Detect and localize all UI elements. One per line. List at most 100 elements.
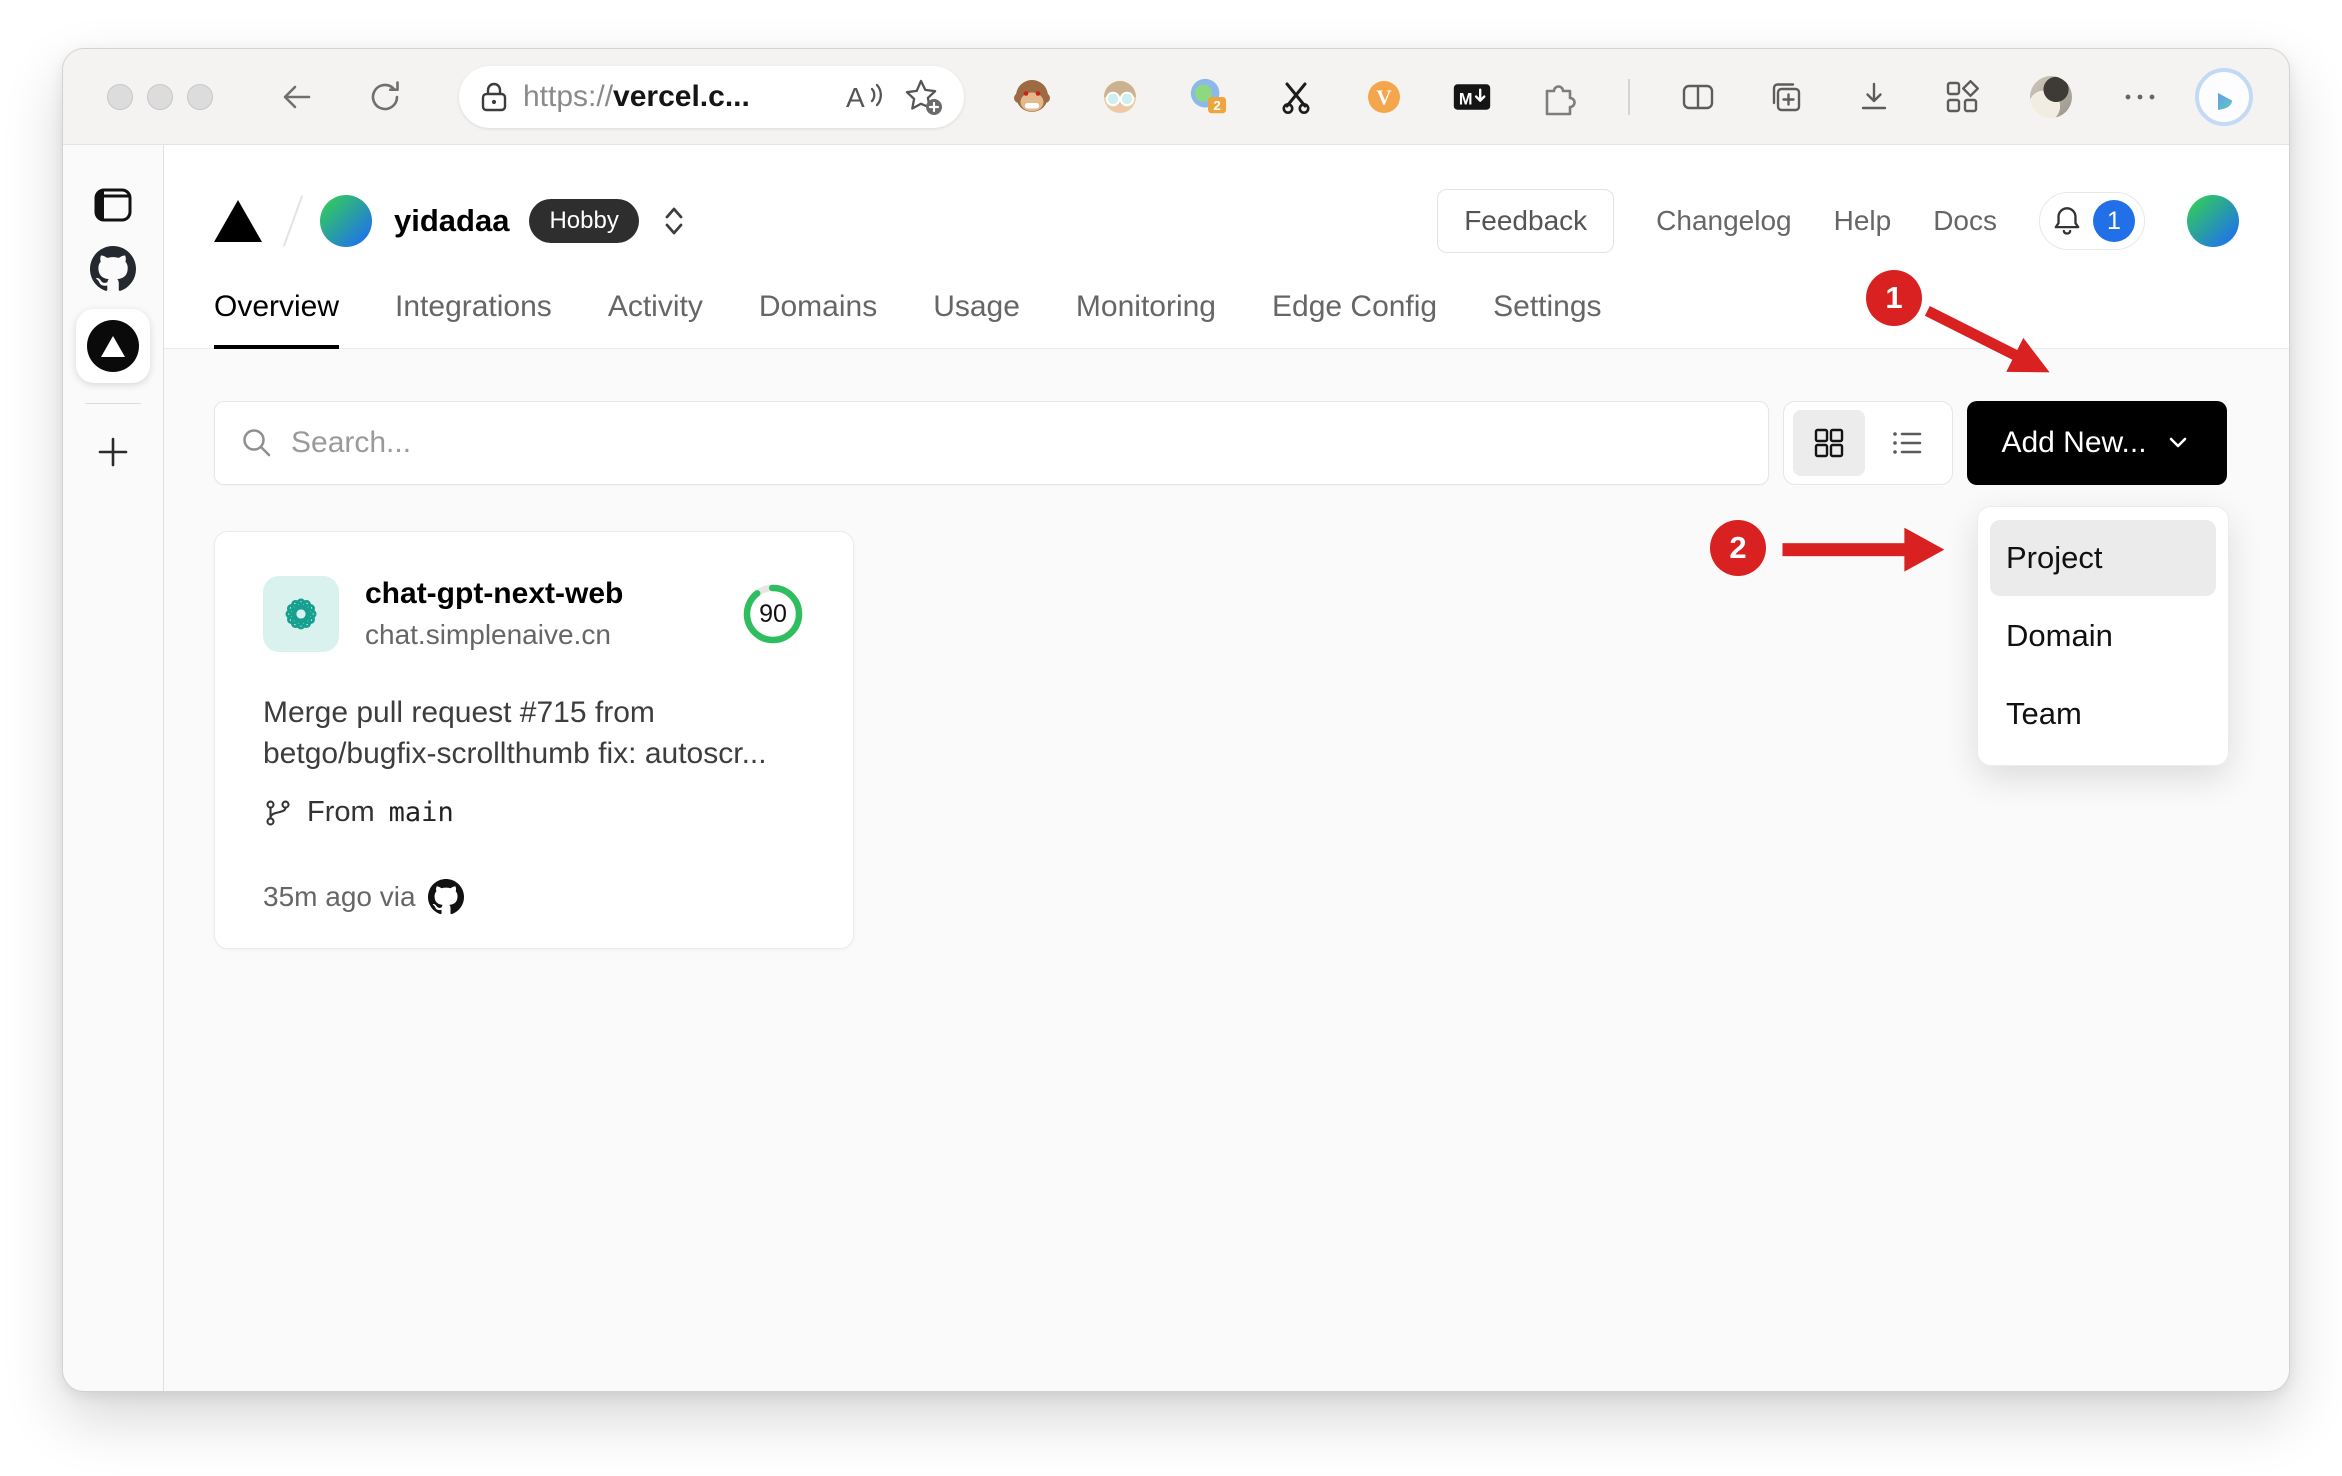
github-source-icon	[427, 879, 464, 915]
list-view-icon	[1893, 432, 1922, 454]
extensions-row: 2 V M	[1012, 75, 2160, 118]
url-host: vercel.c...	[613, 79, 750, 113]
new-tab-button[interactable]	[76, 420, 150, 484]
read-aloud-icon[interactable]: A	[844, 79, 886, 115]
tab-settings[interactable]: Settings	[1493, 269, 1601, 349]
browser-profile-avatar[interactable]	[2030, 75, 2072, 118]
branch-row: From main	[263, 796, 805, 829]
collections-button[interactable]	[1766, 77, 1806, 117]
team-avatar[interactable]	[320, 195, 372, 247]
downloads-button[interactable]	[1854, 77, 1894, 117]
project-favicon	[263, 576, 339, 652]
address-bar[interactable]: https://vercel.c... A	[459, 65, 964, 128]
bing-chat-button[interactable]	[2195, 67, 2253, 126]
vercel-page: yidadaa Hobby Feedback Changelog Help Do…	[164, 145, 2289, 1391]
avatar-glasses-extension-icon[interactable]	[1100, 77, 1140, 117]
browser-toolbar: https://vercel.c... A 2 V M	[63, 49, 2289, 145]
project-card[interactable]: chat-gpt-next-web chat.simplenaive.cn 90…	[214, 531, 854, 949]
dropdown-item-domain[interactable]: Domain	[1990, 598, 2216, 674]
refresh-icon	[371, 80, 399, 110]
browser-vertical-tabs	[63, 145, 164, 1391]
search-icon	[243, 429, 271, 457]
search-input[interactable]	[291, 426, 1744, 460]
minimize-window-button[interactable]	[147, 83, 173, 110]
refresh-button[interactable]	[363, 75, 407, 119]
github-icon	[90, 246, 136, 291]
latest-commit-message: Merge pull request #715 from betgo/bugfi…	[263, 692, 805, 774]
sidebar-divider	[85, 403, 141, 404]
search-box[interactable]	[214, 401, 1769, 485]
browser-window: https://vercel.c... A 2 V M yidadaa Hobb…	[62, 48, 2290, 1392]
scissors-extension-icon[interactable]	[1276, 77, 1316, 117]
score-ring[interactable]: 90	[741, 582, 805, 646]
video-extension-icon[interactable]: V	[1364, 77, 1404, 117]
branch-name: main	[388, 797, 454, 828]
tab-vercel-active[interactable]	[76, 309, 150, 383]
bing-icon	[2215, 78, 2232, 113]
tab-overview[interactable]: Overview	[214, 269, 340, 349]
tab-manager-extension-icon[interactable]: 2	[1188, 77, 1228, 117]
deployment-time: 35m ago via	[263, 881, 416, 912]
url-text: https://vercel.c...	[523, 80, 750, 114]
help-link[interactable]: Help	[1834, 205, 1892, 237]
tampermonkey-extension-icon[interactable]	[1012, 77, 1052, 117]
sidebar-pane-icon	[94, 188, 132, 222]
user-avatar[interactable]	[2187, 195, 2239, 247]
feedback-button[interactable]: Feedback	[1437, 189, 1615, 253]
tab-monitoring[interactable]: Monitoring	[1076, 269, 1216, 349]
lock-icon	[481, 82, 507, 111]
zoom-window-button[interactable]	[187, 83, 213, 110]
arrow-2	[1782, 527, 1945, 572]
chevron-up-down-icon	[665, 207, 683, 235]
bell-icon	[2054, 207, 2080, 235]
grid-view-button[interactable]	[1793, 410, 1865, 476]
tab-edge-config[interactable]: Edge Config	[1272, 269, 1437, 349]
plan-badge: Hobby	[529, 199, 639, 243]
grid-view-icon	[1814, 428, 1844, 458]
changelog-link[interactable]: Changelog	[1656, 205, 1791, 237]
vercel-favicon	[87, 320, 139, 372]
deployment-meta: 35m ago via	[263, 879, 805, 915]
projects-toolbar: Add New...	[164, 401, 2289, 485]
project-name[interactable]: chat-gpt-next-web	[365, 577, 623, 611]
notifications-button[interactable]: 1	[2039, 192, 2145, 250]
tab-integrations[interactable]: Integrations	[395, 269, 552, 349]
project-domain[interactable]: chat.simplenaive.cn	[365, 619, 623, 651]
tab-github[interactable]	[76, 237, 150, 301]
more-menu-button[interactable]	[2120, 77, 2160, 117]
vercel-logo[interactable]	[214, 200, 262, 242]
chevron-down-icon	[2169, 437, 2186, 448]
apps-button[interactable]	[1942, 77, 1982, 117]
tab-activity[interactable]: Activity	[608, 269, 703, 349]
score-value: 90	[759, 599, 787, 628]
markdown-icon-letter: M	[1459, 90, 1473, 108]
video-icon-letter: V	[1376, 85, 1391, 109]
docs-link[interactable]: Docs	[1933, 205, 1997, 237]
svg-text:A: A	[846, 82, 865, 113]
add-new-dropdown: Project Domain Team	[1977, 506, 2229, 766]
list-view-button[interactable]	[1871, 410, 1943, 476]
breadcrumb-slash	[282, 195, 304, 247]
split-screen-button[interactable]	[1678, 77, 1718, 117]
tab-usage[interactable]: Usage	[933, 269, 1020, 349]
close-window-button[interactable]	[107, 83, 133, 110]
add-new-label: Add New...	[2001, 426, 2147, 459]
add-new-button[interactable]: Add New...	[1967, 401, 2227, 485]
team-name[interactable]: yidadaa	[394, 203, 509, 239]
add-favorite-icon[interactable]	[902, 77, 944, 117]
dropdown-item-project[interactable]: Project	[1990, 520, 2216, 596]
puzzle-extension-icon[interactable]	[1540, 77, 1580, 117]
url-scheme: https://	[523, 79, 614, 113]
window-controls	[107, 83, 213, 110]
toggle-sidebar-pane-button[interactable]	[76, 173, 150, 237]
markdown-download-extension-icon[interactable]: M	[1452, 77, 1492, 117]
back-button[interactable]	[275, 75, 319, 119]
commit-line-2: betgo/bugfix-scrollthumb fix: autoscr...	[263, 737, 767, 770]
back-arrow-icon	[283, 85, 311, 108]
dropdown-item-team[interactable]: Team	[1990, 676, 2216, 752]
tab-domains[interactable]: Domains	[759, 269, 877, 349]
branch-prefix: From	[307, 796, 375, 828]
view-toggle	[1783, 401, 1953, 485]
team-switcher-button[interactable]	[661, 203, 687, 239]
dashboard-header: yidadaa Hobby Feedback Changelog Help Do…	[164, 145, 2289, 349]
